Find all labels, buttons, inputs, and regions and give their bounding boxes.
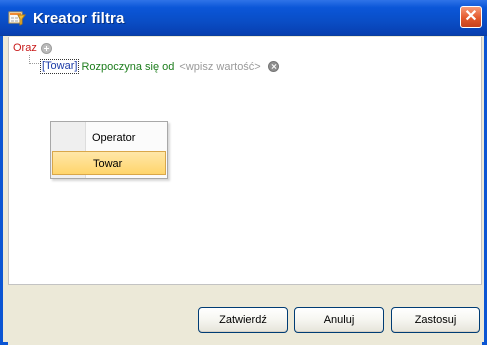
operator-selector[interactable]: Rozpoczyna się od	[81, 61, 174, 73]
filter-root-group[interactable]: Oraz	[13, 42, 52, 54]
menu-item-towar[interactable]: Towar	[52, 151, 166, 175]
close-button[interactable]: ✕	[460, 6, 482, 28]
window-title: Kreator filtra	[33, 10, 125, 27]
cancel-button[interactable]: Anuluj	[294, 307, 384, 333]
menu-item-label: Operator	[92, 132, 136, 144]
field-context-menu: Operator Towar	[50, 121, 168, 179]
remove-condition-icon[interactable]	[267, 61, 279, 72]
window-border-left	[0, 36, 3, 345]
value-placeholder[interactable]: <wpisz wartość>	[179, 61, 260, 73]
root-operator-label[interactable]: Oraz	[13, 42, 37, 54]
filter-builder-window: Kreator filtra ✕ Oraz [Towar] Rozpoczyna…	[0, 0, 487, 345]
tree-connector	[29, 55, 39, 64]
title-bar[interactable]: Kreator filtra ✕	[0, 0, 487, 36]
field-selector[interactable]: [Towar]	[40, 59, 80, 74]
add-condition-icon[interactable]	[40, 42, 52, 54]
apply-button[interactable]: Zastosuj	[391, 307, 480, 333]
filter-condition-row: [Towar] Rozpoczyna się od <wpisz wartość…	[40, 59, 279, 74]
confirm-button[interactable]: Zatwierdź	[198, 307, 288, 333]
filter-icon	[8, 11, 26, 26]
menu-item-label: Towar	[93, 158, 123, 170]
filter-canvas: Oraz [Towar] Rozpoczyna się od <wpisz wa…	[8, 37, 482, 285]
menu-item-operator[interactable]: Operator	[52, 126, 166, 150]
